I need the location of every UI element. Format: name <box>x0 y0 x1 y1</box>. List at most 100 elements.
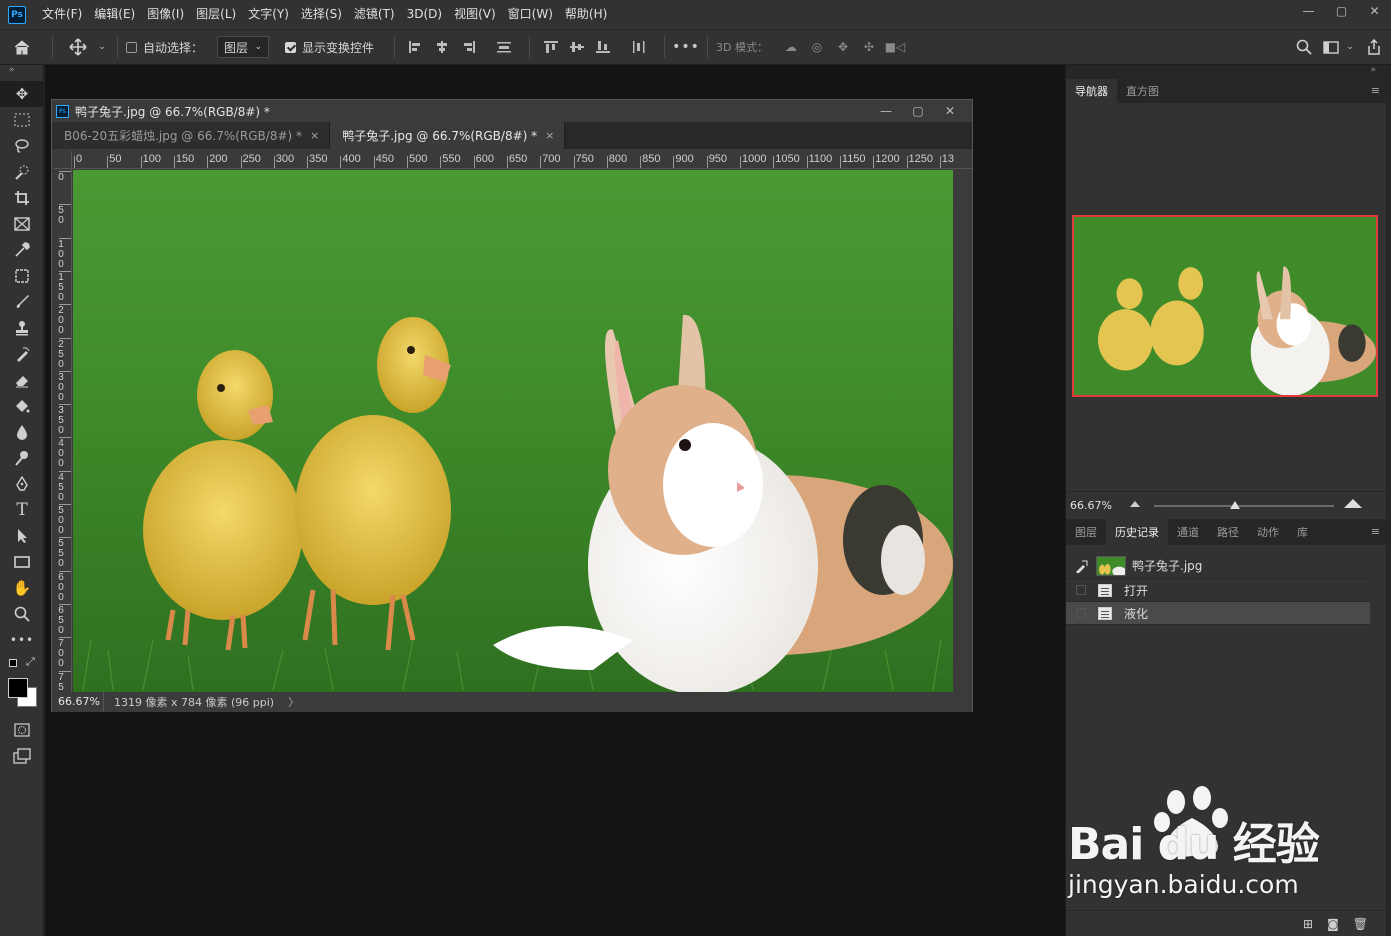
menu-3d[interactable]: 3D(D) <box>401 0 448 29</box>
stamp-tool-icon[interactable] <box>0 315 44 341</box>
menu-type[interactable]: 文字(Y) <box>242 0 295 29</box>
quick-mask-icon[interactable] <box>0 717 44 743</box>
tab-libraries[interactable]: 库 <box>1288 519 1317 545</box>
zoom-in-icon[interactable] <box>1344 499 1362 508</box>
panel-menu-icon[interactable]: ≡ <box>1371 84 1380 97</box>
tab-duck-rabbit[interactable]: 鸭子兔子.jpg @ 66.7%(RGB/8#) * × <box>330 122 566 149</box>
more-options-icon[interactable]: ••• <box>672 29 699 65</box>
paint-bucket-icon[interactable] <box>0 393 44 419</box>
ruler-horizontal[interactable]: 0 50 100 150 200 250 300 350 400 450 500 550 600 650 7… <box>72 151 972 169</box>
share-icon[interactable] <box>1357 29 1391 65</box>
history-item-liquify[interactable]: 液化 <box>1066 602 1370 625</box>
path-select-icon[interactable] <box>0 523 44 549</box>
3d-roll-icon[interactable]: ◎ <box>804 29 830 65</box>
chevron-down-icon[interactable]: ⌄ <box>1343 29 1357 65</box>
tab-navigator[interactable]: 导航器 <box>1066 79 1117 103</box>
panel-menu-icon[interactable]: ≡ <box>1371 525 1380 538</box>
menu-window[interactable]: 窗口(W) <box>502 0 559 29</box>
dodge-tool-icon[interactable] <box>0 445 44 471</box>
menu-view[interactable]: 视图(V) <box>448 0 502 29</box>
tab-channels[interactable]: 通道 <box>1168 519 1208 545</box>
home-icon[interactable] <box>0 29 44 65</box>
blur-tool-icon[interactable] <box>0 419 44 445</box>
menu-filter[interactable]: 滤镜(T) <box>348 0 401 29</box>
collapse-icon[interactable]: » <box>0 65 43 81</box>
close-icon[interactable]: × <box>310 129 319 142</box>
move-tool-icon[interactable]: ✥ <box>0 81 44 107</box>
status-expand-icon[interactable]: 〉 <box>288 694 299 710</box>
chevron-down-icon[interactable]: ⌄ <box>95 29 109 65</box>
search-icon[interactable] <box>1289 29 1319 65</box>
3d-pan-icon[interactable]: ✥ <box>830 29 856 65</box>
history-source-checkbox[interactable] <box>1072 608 1090 618</box>
marquee-tool-icon[interactable] <box>0 107 44 133</box>
history-brush-icon[interactable] <box>0 341 44 367</box>
swap-colors-icon[interactable]: ⤢ <box>26 655 35 669</box>
navigator-zoom-slider[interactable] <box>1154 501 1334 509</box>
ruler-vertical[interactable]: 0501001502002503003504004505005506006507… <box>54 169 72 692</box>
menu-image[interactable]: 图像(I) <box>141 0 190 29</box>
align-right-icon[interactable] <box>460 40 476 54</box>
navigator-thumbnail[interactable] <box>1072 215 1378 397</box>
menu-select[interactable]: 选择(S) <box>295 0 348 29</box>
menu-layer[interactable]: 图层(L) <box>190 0 242 29</box>
tab-histogram[interactable]: 直方图 <box>1117 79 1168 103</box>
show-transform-checkbox[interactable] <box>285 41 297 53</box>
history-brush-source-icon[interactable] <box>1072 559 1090 573</box>
collapse-icon[interactable]: » <box>1066 65 1386 79</box>
tab-paths[interactable]: 路径 <box>1208 519 1248 545</box>
auto-select-checkbox[interactable] <box>126 41 137 53</box>
image-canvas[interactable] <box>73 170 953 692</box>
3d-orbit-icon[interactable]: ☁ <box>778 29 804 65</box>
3d-slide-icon[interactable]: ✣ <box>856 29 882 65</box>
vertical-scrollbar[interactable] <box>953 170 972 692</box>
close-icon[interactable]: × <box>545 129 554 142</box>
history-source-checkbox[interactable] <box>1072 585 1090 595</box>
more-tools-icon[interactable]: ••• <box>0 627 44 653</box>
align-middle-v-icon[interactable] <box>569 40 585 54</box>
crop-tool-icon[interactable] <box>0 185 44 211</box>
new-document-from-state-icon[interactable]: ⊞ <box>1303 917 1313 931</box>
eraser-tool-icon[interactable] <box>0 367 44 393</box>
minimize-icon[interactable]: — <box>1292 0 1325 22</box>
layer-group-select[interactable]: 图层 ⌄ <box>217 36 270 58</box>
tab-actions[interactable]: 动作 <box>1248 519 1288 545</box>
workspace-icon[interactable] <box>1319 29 1343 65</box>
menu-edit[interactable]: 编辑(E) <box>88 0 141 29</box>
minimize-icon[interactable]: — <box>870 100 902 122</box>
frame-select-icon[interactable] <box>0 263 44 289</box>
lasso-tool-icon[interactable] <box>0 133 44 159</box>
screen-mode-icon[interactable] <box>0 743 44 769</box>
move-tool-icon[interactable] <box>61 29 95 65</box>
navigator-zoom-value[interactable]: 66.67% <box>1066 499 1122 512</box>
zoom-out-icon[interactable] <box>1130 501 1140 507</box>
camera-icon[interactable]: ◙ <box>1327 917 1339 931</box>
trash-icon[interactable]: 🗑 <box>1353 917 1368 931</box>
align-left-icon[interactable] <box>408 40 424 54</box>
menu-file[interactable]: 文件(F) <box>36 0 88 29</box>
zoom-slider-knob[interactable] <box>1230 501 1240 509</box>
align-center-h-icon[interactable] <box>434 40 450 54</box>
maximize-icon[interactable]: ▢ <box>902 100 934 122</box>
hand-tool-icon[interactable]: ✋ <box>0 575 44 601</box>
pen-tool-icon[interactable] <box>0 471 44 497</box>
document-title-bar[interactable]: Ps 鸭子兔子.jpg @ 66.7%(RGB/8#) * — ▢ ✕ <box>52 100 972 122</box>
tab-candles[interactable]: B06-20五彩蜡烛.jpg @ 66.7%(RGB/8#) * × <box>52 122 331 149</box>
eyedropper-tool-icon[interactable] <box>0 237 44 263</box>
distribute-vertical-icon[interactable] <box>496 40 512 54</box>
menu-help[interactable]: 帮助(H) <box>559 0 613 29</box>
history-item-open[interactable]: 打开 <box>1066 579 1370 602</box>
rectangle-tool-icon[interactable] <box>0 549 44 575</box>
foreground-color-swatch[interactable] <box>8 678 28 698</box>
frame-tool-icon[interactable] <box>0 211 44 237</box>
close-icon[interactable]: ✕ <box>934 100 966 122</box>
status-zoom[interactable]: 66.67% <box>52 692 104 712</box>
align-bottom-icon[interactable] <box>595 40 611 54</box>
distribute-horizontal-icon[interactable] <box>631 40 647 54</box>
history-snapshot[interactable]: 鸭子兔子.jpg <box>1066 553 1370 579</box>
type-tool-icon[interactable]: T <box>0 497 44 523</box>
ruler-origin[interactable] <box>54 151 72 169</box>
default-colors-icon[interactable] <box>9 659 17 667</box>
close-icon[interactable]: ✕ <box>1358 0 1391 22</box>
3d-camera-icon[interactable]: ■◁ <box>882 29 908 65</box>
